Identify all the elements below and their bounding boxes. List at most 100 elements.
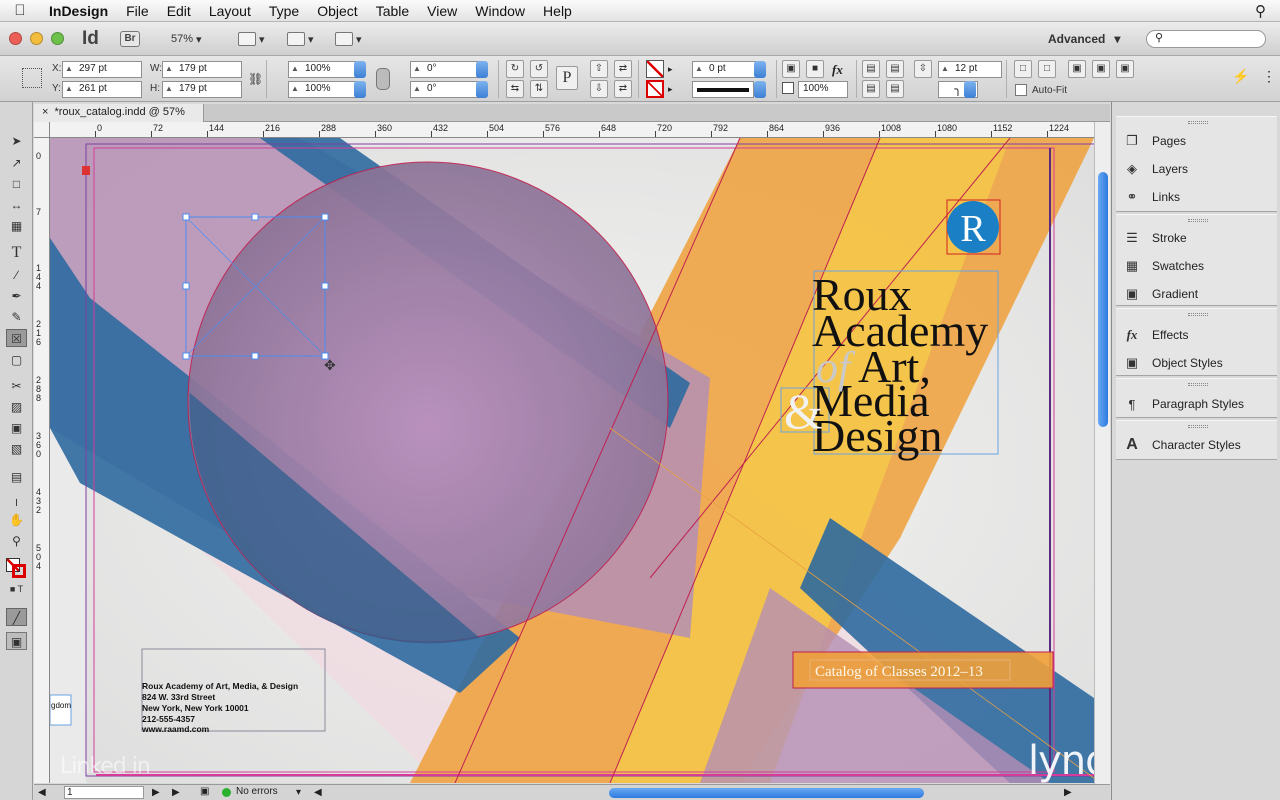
width-field[interactable]: ▲ 179 pt bbox=[162, 61, 242, 78]
minimize-window-button[interactable] bbox=[30, 32, 43, 45]
scissors-tool-icon[interactable]: ✂ bbox=[6, 377, 27, 395]
preflight-status-text[interactable]: No errors bbox=[236, 786, 278, 797]
catalog-cover-artwork[interactable]: ✥ R Roux Academy Art, Media Design of & … bbox=[50, 138, 1094, 783]
panel-pages[interactable]: ❐ Pages bbox=[1122, 128, 1186, 154]
arrange-documents-dropdown[interactable]: ▾ bbox=[335, 30, 362, 48]
screen-mode-dropdown[interactable]: ▾ bbox=[287, 30, 314, 48]
close-window-button[interactable] bbox=[9, 32, 22, 45]
panel-effects[interactable]: fx Effects bbox=[1122, 322, 1189, 348]
menu-table[interactable]: Table bbox=[367, 3, 418, 19]
menu-object[interactable]: Object bbox=[308, 3, 366, 19]
rotation-dropdown[interactable] bbox=[476, 61, 488, 78]
constrain-proportions-icon[interactable]: ⛓ bbox=[248, 72, 263, 86]
last-page-icon[interactable]: ▶ bbox=[172, 787, 180, 798]
fit-frame-content-icon[interactable]: □ bbox=[1038, 60, 1056, 78]
chevron-down-icon[interactable]: ▾ bbox=[296, 787, 301, 798]
flip-horizontal-icon[interactable]: ⇆ bbox=[506, 80, 524, 98]
page-tool-icon[interactable]: □ bbox=[6, 175, 27, 193]
text-frame-options-icon[interactable]: ▤ bbox=[862, 60, 880, 78]
gradient-swatch-tool-icon[interactable]: ▣ bbox=[6, 419, 27, 437]
horizontal-scroll-thumb[interactable] bbox=[609, 788, 924, 798]
line-tool-icon[interactable]: ∕ bbox=[6, 266, 27, 284]
panel-links[interactable]: ⚭ Links bbox=[1122, 184, 1180, 210]
workspace-switcher[interactable]: Advanced ▾ bbox=[1048, 30, 1120, 48]
rectangle-frame-tool-icon[interactable]: ☒ bbox=[6, 329, 27, 347]
view-options-dropdown[interactable]: ▾ bbox=[238, 30, 265, 48]
scroll-left-icon[interactable]: ◀ bbox=[314, 787, 322, 798]
x-position-field[interactable]: ▲ 297 pt bbox=[62, 61, 142, 78]
next-page-icon[interactable]: ▶ bbox=[152, 787, 160, 798]
menu-file[interactable]: File bbox=[117, 3, 158, 19]
free-transform-tool-icon[interactable]: ▨ bbox=[6, 398, 27, 416]
panel-grip[interactable] bbox=[1188, 219, 1208, 222]
select-content-icon[interactable]: ⇩ bbox=[590, 80, 608, 98]
rotate-ccw-icon[interactable]: ↺ bbox=[530, 60, 548, 78]
select-previous-icon[interactable]: ⇄ bbox=[614, 60, 632, 78]
stroke-weight-dropdown[interactable] bbox=[754, 61, 766, 78]
auto-fit-checkbox[interactable] bbox=[1015, 84, 1027, 96]
shear-dropdown[interactable] bbox=[476, 81, 488, 98]
panel-character-styles[interactable]: A Character Styles bbox=[1122, 432, 1240, 458]
center-content-icon[interactable]: ▣ bbox=[1068, 60, 1086, 78]
panel-grip[interactable] bbox=[1188, 425, 1208, 428]
gap-tool-icon[interactable]: ↔ bbox=[6, 196, 27, 214]
panel-layers[interactable]: ◈ Layers bbox=[1122, 156, 1188, 182]
vertical-scrollbar[interactable] bbox=[1094, 122, 1110, 784]
first-page-icon[interactable]: ◀ bbox=[38, 787, 46, 798]
panel-menu-icon[interactable]: ⋮ bbox=[1262, 68, 1276, 85]
menu-window[interactable]: Window bbox=[466, 3, 534, 19]
formatting-affects-container-icon[interactable]: ■ T bbox=[6, 580, 27, 598]
help-search-input[interactable]: ⚲ bbox=[1146, 30, 1266, 48]
content-collector-icon[interactable]: ▦ bbox=[6, 217, 27, 235]
quick-apply-icon[interactable]: ⚡ bbox=[1232, 68, 1249, 85]
align-top-icon[interactable]: ▤ bbox=[886, 60, 904, 78]
menu-help[interactable]: Help bbox=[534, 3, 581, 19]
corner-options-dropdown[interactable] bbox=[964, 81, 976, 98]
scale-y-field[interactable]: ▲ 100% bbox=[288, 81, 358, 98]
ruler-origin[interactable] bbox=[34, 122, 50, 138]
select-container-icon[interactable]: ⇧ bbox=[590, 60, 608, 78]
panel-grip[interactable] bbox=[1188, 121, 1208, 124]
stroke-type-dropdown[interactable] bbox=[754, 81, 766, 98]
menu-type[interactable]: Type bbox=[260, 3, 308, 19]
fill-dropdown-arrow-icon[interactable]: ▸ bbox=[668, 64, 673, 75]
height-field[interactable]: ▲ 179 pt bbox=[162, 81, 242, 98]
constrain-scale-icon[interactable] bbox=[376, 68, 390, 90]
page-number-field[interactable]: 1 bbox=[64, 786, 144, 799]
hand-tool-icon[interactable]: ✋ bbox=[6, 511, 27, 529]
panel-grip[interactable] bbox=[1188, 313, 1208, 316]
menu-layout[interactable]: Layout bbox=[200, 3, 260, 19]
gutter-icon[interactable]: ⇳ bbox=[914, 60, 932, 78]
fit-content-proportionally-icon[interactable]: ▣ bbox=[1116, 60, 1134, 78]
y-position-field[interactable]: ▲ 261 pt bbox=[62, 81, 142, 98]
spotlight-search-icon[interactable]: ⚲ bbox=[1255, 2, 1266, 20]
scale-x-field[interactable]: ▲ 100% bbox=[288, 61, 358, 78]
fit-content-frame-icon[interactable]: □ bbox=[1014, 60, 1032, 78]
selection-tool-icon[interactable]: ➤ bbox=[6, 132, 27, 150]
zoom-level-dropdown[interactable]: 57% ▾ bbox=[171, 30, 202, 48]
scale-x-dropdown[interactable] bbox=[354, 61, 366, 78]
vertical-scroll-thumb[interactable] bbox=[1098, 172, 1108, 427]
flip-vertical-icon[interactable]: ⇅ bbox=[530, 80, 548, 98]
paragraph-p-icon[interactable]: P bbox=[556, 66, 578, 90]
align-bottom-icon[interactable]: ▤ bbox=[886, 80, 904, 98]
panel-gradient[interactable]: ▣ Gradient bbox=[1122, 281, 1198, 307]
select-next-icon[interactable]: ⇄ bbox=[614, 80, 632, 98]
rotation-field[interactable]: ▲ 0° bbox=[410, 61, 480, 78]
gradient-feather-tool-icon[interactable]: ▧ bbox=[6, 440, 27, 458]
screen-mode-icon[interactable]: ▣ bbox=[6, 632, 27, 650]
zoom-tool-icon[interactable]: ⚲ bbox=[6, 532, 27, 550]
stroke-swatch-none-icon[interactable] bbox=[646, 80, 664, 98]
effects-fx-icon[interactable]: fx bbox=[832, 62, 843, 78]
apply-none-icon[interactable]: ╱ bbox=[6, 608, 27, 626]
scale-y-dropdown[interactable] bbox=[354, 81, 366, 98]
gutter-field[interactable]: ▲ 12 pt bbox=[938, 61, 1002, 78]
menu-edit[interactable]: Edit bbox=[158, 3, 200, 19]
vertical-ruler[interactable]: 0 7 1 4 4 2 1 6 2 8 8 3 6 0 4 3 2 5 0 4 bbox=[34, 138, 50, 783]
panel-stroke[interactable]: ☰ Stroke bbox=[1122, 225, 1187, 251]
document-canvas[interactable]: ✥ R Roux Academy Art, Media Design of & … bbox=[50, 138, 1094, 783]
stroke-type-selector[interactable] bbox=[692, 81, 754, 98]
stroke-color-icon[interactable] bbox=[12, 564, 26, 578]
reference-point-icon[interactable] bbox=[22, 68, 42, 88]
scroll-right-icon[interactable]: ▶ bbox=[1064, 787, 1072, 798]
